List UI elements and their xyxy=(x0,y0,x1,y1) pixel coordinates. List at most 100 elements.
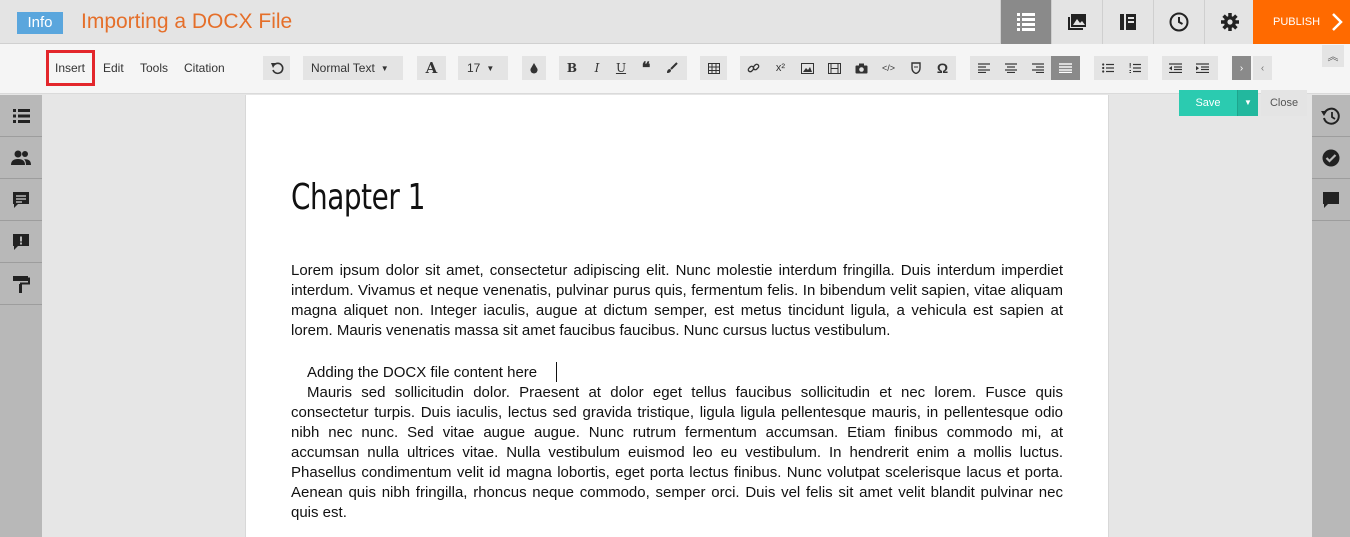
sidebar-feedback-button[interactable] xyxy=(0,221,42,263)
code-button[interactable]: </> xyxy=(875,56,902,80)
format-group: B I U ❝ xyxy=(559,56,687,80)
indent-button[interactable] xyxy=(1189,56,1216,80)
media-button[interactable] xyxy=(1051,0,1102,44)
text-cursor xyxy=(556,362,557,382)
table-button[interactable] xyxy=(700,56,727,80)
history-button[interactable] xyxy=(1153,0,1204,44)
align-left-button[interactable] xyxy=(970,56,997,80)
image-button[interactable] xyxy=(794,56,821,80)
font-letter-icon: A xyxy=(425,59,438,77)
toolbar-prev-button[interactable]: ‹ xyxy=(1253,56,1272,80)
film-icon xyxy=(828,62,841,74)
double-chevron-up-icon: ︽ xyxy=(1327,51,1339,63)
font-family-button[interactable]: A xyxy=(417,56,446,80)
menu-edit[interactable]: Edit xyxy=(103,61,124,75)
chevron-right-icon xyxy=(1332,13,1343,31)
sidebar-checks-button[interactable] xyxy=(1312,137,1350,179)
publish-label: PUBLISH xyxy=(1273,16,1321,28)
insert-group: x² </> Ω xyxy=(740,56,956,80)
caret-down-icon: ▼ xyxy=(486,63,495,73)
camera-button[interactable] xyxy=(848,56,875,80)
font-size-select[interactable]: 17 ▼ xyxy=(458,56,508,80)
inserted-content-line[interactable]: Adding the DOCX file content here xyxy=(307,363,537,383)
embed-button[interactable] xyxy=(902,56,929,80)
chapter-heading[interactable]: Chapter 1 xyxy=(291,177,425,218)
toolbar-next-button[interactable]: › xyxy=(1232,56,1251,80)
table-of-contents-button[interactable] xyxy=(1000,0,1051,44)
superscript-button[interactable]: x² xyxy=(767,56,794,80)
quote-icon: ❝ xyxy=(641,60,651,77)
list-icon xyxy=(13,108,30,123)
editor-canvas: Chapter 1 Lorem ipsum dolor sit amet, co… xyxy=(42,95,1312,537)
paragraph-2[interactable]: Mauris sed sollicitudin dolor. Praesent … xyxy=(291,383,1063,523)
align-center-button[interactable] xyxy=(997,56,1024,80)
indent-group xyxy=(1162,56,1218,80)
brush-icon xyxy=(667,62,678,73)
save-options-button[interactable]: ▼ xyxy=(1237,90,1258,116)
sidebar-collaborators-button[interactable] xyxy=(0,137,42,179)
align-center-icon xyxy=(1004,63,1017,73)
document-page[interactable]: Chapter 1 Lorem ipsum dolor sit amet, co… xyxy=(245,95,1109,537)
video-button[interactable] xyxy=(821,56,848,80)
people-icon xyxy=(11,150,31,165)
align-right-button[interactable] xyxy=(1024,56,1051,80)
chevron-right-icon: › xyxy=(1239,62,1244,74)
caret-down-icon: ▼ xyxy=(380,63,389,73)
outdent-icon xyxy=(1169,63,1182,73)
link-button[interactable] xyxy=(740,56,767,80)
list-group xyxy=(1094,56,1148,80)
check-circle-icon xyxy=(1322,149,1340,166)
settings-button[interactable] xyxy=(1204,0,1255,44)
editor-toolbar: Insert Edit Tools Citation Normal Text ▼ … xyxy=(0,44,1350,94)
menu-insert[interactable]: Insert xyxy=(55,61,85,75)
toc-icon xyxy=(1017,13,1035,31)
top-bar: Info Importing a DOCX File PUBLISH xyxy=(0,0,1350,44)
menu-tools[interactable]: Tools xyxy=(140,61,168,75)
library-button[interactable] xyxy=(1102,0,1153,44)
publish-button[interactable]: PUBLISH xyxy=(1253,0,1350,44)
numbered-list-button[interactable] xyxy=(1121,56,1148,80)
library-icon xyxy=(1120,14,1136,30)
indent-icon xyxy=(1196,63,1209,73)
image-icon xyxy=(801,62,814,74)
text-style-select[interactable]: Normal Text ▼ xyxy=(303,56,403,80)
sidebar-chat-button[interactable] xyxy=(1312,179,1350,221)
info-badge[interactable]: Info xyxy=(17,12,63,34)
droplet-icon xyxy=(530,63,538,74)
outdent-button[interactable] xyxy=(1162,56,1189,80)
undo-icon xyxy=(270,62,283,75)
italic-button[interactable]: I xyxy=(585,56,609,80)
save-button[interactable]: Save xyxy=(1179,90,1237,116)
special-character-button[interactable]: Ω xyxy=(929,56,956,80)
sidebar-revision-history-button[interactable] xyxy=(1312,95,1350,137)
underline-button[interactable]: U xyxy=(609,56,633,80)
bullet-list-icon xyxy=(1101,63,1114,73)
close-button[interactable]: Close xyxy=(1261,90,1307,116)
paragraph-1[interactable]: Lorem ipsum dolor sit amet, consectetur … xyxy=(291,261,1063,341)
sidebar-format-button[interactable] xyxy=(0,263,42,305)
collapse-toolbar-button[interactable]: ︽ xyxy=(1322,45,1344,67)
format-painter-button[interactable] xyxy=(659,56,685,80)
chevron-left-icon: ‹ xyxy=(1260,62,1265,74)
left-sidebar xyxy=(0,95,42,537)
sidebar-comments-button[interactable] xyxy=(0,179,42,221)
undo-button[interactable] xyxy=(263,56,290,80)
history-icon xyxy=(1321,107,1340,125)
bullet-list-button[interactable] xyxy=(1094,56,1121,80)
align-right-icon xyxy=(1031,63,1044,73)
right-sidebar xyxy=(1312,95,1350,537)
bold-button[interactable]: B xyxy=(559,56,585,80)
chat-icon xyxy=(1323,191,1339,208)
text-color-button[interactable] xyxy=(522,56,546,80)
shield-icon xyxy=(910,62,921,74)
comment-icon xyxy=(13,191,29,208)
justify-button[interactable] xyxy=(1051,56,1080,80)
justify-icon xyxy=(1059,63,1072,73)
camera-icon xyxy=(855,63,868,73)
quote-button[interactable]: ❝ xyxy=(633,56,659,80)
page-title: Importing a DOCX File xyxy=(81,10,293,33)
menu-citation[interactable]: Citation xyxy=(184,61,225,75)
numbered-list-icon xyxy=(1129,63,1141,73)
text-style-value: Normal Text xyxy=(311,61,375,75)
sidebar-contents-button[interactable] xyxy=(0,95,42,137)
